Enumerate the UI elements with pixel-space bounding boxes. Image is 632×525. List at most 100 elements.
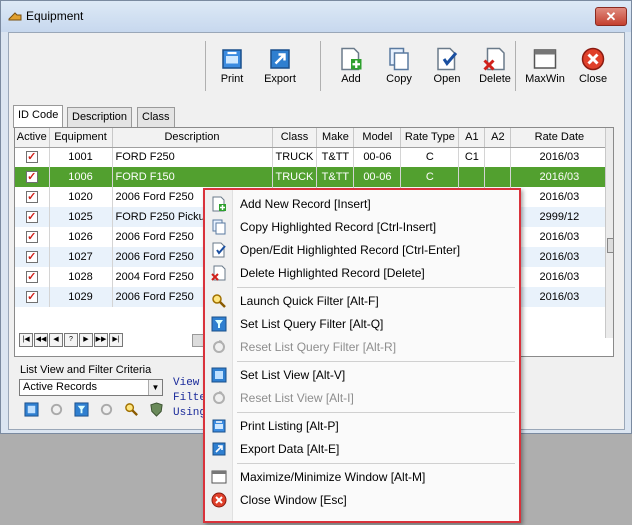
help-button[interactable]: ? [64, 333, 78, 347]
column-header[interactable]: Active [15, 128, 50, 148]
menu-item[interactable]: Maximize/Minimize Window [Alt-M] [205, 466, 519, 488]
delete-icon [483, 47, 507, 71]
tab-id-code[interactable]: ID Code [13, 105, 64, 128]
table-cell: 2016/03 [510, 147, 609, 167]
table-cell: 1028 [49, 267, 113, 287]
menu-item[interactable]: Set List View [Alt-V] [205, 364, 519, 386]
reset-view-icon[interactable] [49, 402, 64, 417]
menu-item[interactable]: Delete Highlighted Record [Delete] [205, 262, 519, 284]
add-button[interactable]: Add [327, 47, 375, 89]
prev-record-button[interactable]: ◀ [49, 333, 63, 347]
table-cell: 1027 [49, 247, 113, 267]
shield-icon[interactable] [149, 402, 164, 417]
table-cell: 1026 [49, 227, 113, 247]
add-label: Add [341, 73, 361, 85]
magnifier-icon[interactable] [124, 402, 139, 417]
menu-item-label: Add New Record [Insert] [240, 197, 371, 211]
active-checkbox[interactable]: ✓ [25, 251, 38, 263]
table-cell: 1020 [49, 187, 113, 207]
prev-page-button[interactable]: ◀◀ [34, 333, 48, 347]
magnifier-icon [211, 293, 227, 309]
column-header[interactable]: Rate Type [400, 128, 460, 148]
menu-item-label: Reset List View [Alt-I] [240, 391, 354, 405]
maxwin-icon [211, 469, 227, 485]
table-cell: 2016/03 [510, 167, 609, 187]
list-view-icon[interactable] [24, 402, 39, 417]
menu-item-label: Set List Query Filter [Alt-Q] [240, 317, 384, 331]
view-filter-select[interactable]: Active Records ▼ [19, 379, 163, 396]
menu-item[interactable]: Open/Edit Highlighted Record [Ctrl-Enter… [205, 239, 519, 261]
next-page-button[interactable]: ▶▶ [94, 333, 108, 347]
active-checkbox[interactable]: ✓ [25, 191, 38, 203]
column-header[interactable]: A1 [458, 128, 486, 148]
window-title: Equipment [26, 9, 84, 23]
export-button[interactable]: Export [256, 47, 304, 89]
query-filter-icon[interactable] [74, 402, 89, 417]
print-icon [211, 418, 227, 434]
column-header[interactable]: Equipment [49, 128, 113, 148]
close-icon [581, 47, 605, 71]
list-view-icon [211, 367, 227, 383]
active-cell: ✓ [15, 147, 50, 167]
table-row[interactable]: ✓ 1001 FORD F250 TRUCK T&TT 00-06 C C1 2016/03 [15, 147, 609, 167]
add-record-icon [339, 47, 363, 71]
menu-item[interactable]: Print Listing [Alt-P] [205, 415, 519, 437]
table-cell: 1006 [49, 167, 113, 187]
column-header[interactable]: Rate Date [510, 128, 609, 148]
table-cell: C [400, 147, 460, 167]
menu-item[interactable]: Add New Record [Insert] [205, 193, 519, 215]
vertical-scrollbar[interactable] [605, 128, 613, 338]
column-header[interactable]: Make [316, 128, 355, 148]
open-button[interactable]: Open [423, 47, 471, 89]
first-record-button[interactable]: |◀ [19, 333, 33, 347]
reset-filter-icon[interactable] [99, 402, 114, 417]
tab-description[interactable]: Description [67, 107, 133, 128]
active-checkbox[interactable]: ✓ [25, 231, 38, 243]
active-cell: ✓ [15, 287, 50, 307]
table-cell: 2999/12 [510, 207, 609, 227]
column-header[interactable]: Class [272, 128, 318, 148]
active-checkbox[interactable]: ✓ [25, 271, 38, 283]
last-record-button[interactable]: ▶| [109, 333, 123, 347]
column-header[interactable]: Description [112, 128, 273, 148]
menu-item[interactable]: Launch Quick Filter [Alt-F] [205, 290, 519, 312]
menu-item-label: Copy Highlighted Record [Ctrl-Insert] [240, 220, 437, 234]
toolbar-separator [205, 41, 206, 91]
menu-item[interactable]: Set List Query Filter [Alt-Q] [205, 313, 519, 335]
column-header[interactable]: A2 [484, 128, 512, 148]
active-checkbox[interactable]: ✓ [25, 291, 38, 303]
title-bar[interactable]: Equipment ✕ [1, 1, 631, 32]
open-label: Open [433, 73, 461, 85]
menu-item[interactable]: Close Window [Esc] [205, 489, 519, 511]
export-label: Export [264, 73, 296, 85]
table-cell [458, 167, 486, 187]
tab-class[interactable]: Class [137, 107, 175, 128]
menu-item[interactable]: Copy Highlighted Record [Ctrl-Insert] [205, 216, 519, 238]
menu-item[interactable]: Export Data [Alt-E] [205, 438, 519, 460]
copy-button[interactable]: Copy [375, 47, 423, 89]
table-cell: 2016/03 [510, 287, 609, 307]
chevron-down-icon[interactable]: ▼ [148, 380, 162, 395]
column-header[interactable]: Model [353, 128, 402, 148]
print-button[interactable]: Print [208, 47, 256, 89]
table-row[interactable]: ✓ 1006 FORD F150 TRUCK T&TT 00-06 C 2016/03 [15, 167, 609, 187]
context-menu: Add New Record [Insert] Copy Highlighted … [203, 188, 521, 523]
vertical-scroll-thumb[interactable] [607, 238, 613, 253]
active-cell: ✓ [15, 187, 50, 207]
active-cell: ✓ [15, 167, 50, 187]
active-checkbox[interactable]: ✓ [25, 171, 38, 183]
close-icon [211, 492, 227, 508]
maxwin-button[interactable]: MaxWin [521, 47, 569, 89]
copy-icon [211, 219, 227, 235]
delete-button[interactable]: Delete [471, 47, 519, 89]
next-record-button[interactable]: ▶ [79, 333, 93, 347]
active-checkbox[interactable]: ✓ [25, 151, 38, 164]
window-close-button[interactable]: ✕ [595, 7, 627, 26]
reset-filter-icon [211, 339, 227, 355]
active-checkbox[interactable]: ✓ [25, 211, 38, 223]
close-button[interactable]: Close [569, 47, 617, 89]
menu-separator [237, 361, 515, 362]
add-record-icon [211, 196, 227, 212]
table-cell: 1001 [49, 147, 113, 167]
menu-item-label: Maximize/Minimize Window [Alt-M] [240, 470, 426, 484]
